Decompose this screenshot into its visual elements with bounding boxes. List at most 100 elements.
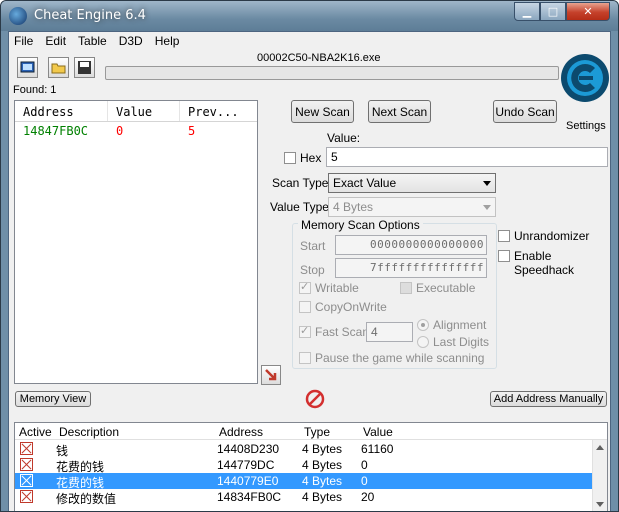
fast-scan-label: Fast Scan [315,325,370,339]
scroll-down-icon[interactable] [596,502,604,507]
select-process-icon[interactable] [17,57,38,78]
start-label: Start [300,239,326,253]
new-scan-button[interactable]: New Scan [291,100,354,123]
pause-game-label: Pause the game while scanning [315,351,485,365]
chevron-down-icon [483,181,491,186]
executable-checkbox[interactable] [400,282,412,294]
row-address: 144779DC [217,458,275,472]
found-results-list[interactable]: Address Value Prev... 14847FB0C 0 5 [14,100,258,384]
menu-table[interactable]: Table [73,32,114,51]
found-row-previous: 5 [188,124,196,138]
row-value: 0 [361,458,368,472]
address-table-header: Active Description Address Type Value [15,423,607,440]
column-description[interactable]: Description [59,425,119,439]
copy-on-write-label: CopyOnWrite [315,300,387,314]
column-address[interactable]: Address [219,425,263,439]
value-type-select[interactable]: 4 Bytes [328,197,496,217]
client-area: File Edit Table D3D Help 00002C50-NBA2K1… [8,31,611,511]
window-controls: ▁ □ ✕ [514,2,610,21]
start-address-input[interactable]: 0000000000000000 [335,235,487,255]
column-value[interactable]: Value [108,101,180,121]
memory-view-button[interactable]: Memory View [15,391,91,407]
executable-label: Executable [416,281,476,295]
next-scan-button[interactable]: Next Scan [368,100,431,123]
active-checkbox[interactable] [20,490,33,503]
row-value: 61160 [361,442,394,456]
address-row-selected[interactable]: 花费的钱 1440779E0 4 Bytes 0 [15,473,593,490]
address-table-scrollbar[interactable] [592,440,607,511]
splitter-handle[interactable] [9,413,610,419]
found-row[interactable]: 14847FB0C 0 5 [15,122,257,140]
alignment-label: Alignment [433,318,487,332]
fast-scan-checkbox[interactable] [299,324,311,338]
alignment-radio[interactable] [417,319,429,331]
scan-type-value: Exact Value [333,176,397,190]
writable-checkbox[interactable] [299,280,311,294]
close-button[interactable]: ✕ [566,2,610,21]
chevron-down-icon [483,205,491,210]
title-bar[interactable]: Cheat Engine 6.4 ▁ □ ✕ [1,1,618,31]
value-type-label: Value Type [270,200,329,214]
menu-d3d[interactable]: D3D [114,32,150,51]
scan-type-label: Scan Type [272,176,329,190]
scan-type-select[interactable]: Exact Value [328,173,496,193]
value-type-value: 4 Bytes [333,200,374,214]
last-digits-label: Last Digits [433,335,490,349]
menu-file[interactable]: File [9,32,40,51]
hex-checkbox[interactable] [284,152,296,164]
stop-scan-icon[interactable] [305,389,325,409]
cheat-engine-logo-icon[interactable] [559,52,611,104]
menu-edit[interactable]: Edit [40,32,73,51]
active-checkbox[interactable] [20,458,33,471]
scroll-up-icon[interactable] [596,445,604,450]
last-digits-radio[interactable] [417,336,429,348]
stop-label: Stop [300,263,325,277]
hex-label: Hex [300,151,322,165]
menu-help[interactable]: Help [150,32,187,51]
active-checkbox[interactable] [20,474,33,487]
stop-address-input[interactable]: 7fffffffffffffff [335,258,487,278]
row-address: 14834FB0C [217,490,282,504]
row-value: 0 [361,474,368,488]
row-value: 20 [361,490,375,504]
open-file-icon[interactable] [48,57,69,78]
address-table[interactable]: Active Description Address Type Value 钱 … [14,422,608,511]
row-address: 1440779E0 [217,474,279,488]
column-previous[interactable]: Prev... [180,101,257,121]
row-type: 4 Bytes [302,474,343,488]
minimize-button[interactable]: ▁ [514,2,540,21]
pause-game-checkbox[interactable] [299,352,311,364]
found-count: Found: 1 [13,84,57,96]
unrandomizer-checkbox[interactable] [498,230,510,242]
maximize-button[interactable]: □ [540,2,566,21]
undo-scan-button[interactable]: Undo Scan [493,100,557,123]
copy-on-write-checkbox[interactable] [299,301,311,313]
scan-value-input[interactable]: 5 [326,147,608,167]
fast-scan-input[interactable]: 4 [366,322,413,342]
column-active[interactable]: Active [19,425,52,439]
add-address-manually-button[interactable]: Add Address Manually [490,391,607,407]
row-type: 4 Bytes [302,458,343,472]
column-type[interactable]: Type [304,425,330,439]
value-label: Value: [327,131,361,145]
active-checkbox[interactable] [20,442,33,455]
save-file-icon[interactable] [74,57,95,78]
row-type: 4 Bytes [302,442,343,456]
address-row[interactable]: 钱 14408D230 4 Bytes 61160 [15,441,593,458]
settings-link[interactable]: Settings [566,120,606,132]
address-row[interactable]: 修改的数值 14834FB0C 4 Bytes 20 [15,489,593,506]
enable-speedhack-label: Enable Speedhack [514,249,575,277]
column-address[interactable]: Address [15,101,108,121]
main-window: Cheat Engine 6.4 ▁ □ ✕ File Edit Table D… [0,0,619,512]
found-list-header: Address Value Prev... [15,101,257,122]
cheat-engine-icon [9,7,27,25]
memory-scan-options-title: Memory Scan Options [298,218,423,232]
enable-speedhack-checkbox[interactable] [498,250,510,262]
address-row[interactable]: 花费的钱 144779DC 4 Bytes 0 [15,457,593,474]
scan-progress-bar [105,66,559,80]
add-to-list-arrow-icon[interactable] [261,365,281,385]
menu-bar: File Edit Table D3D Help [9,32,610,51]
found-row-address: 14847FB0C [23,124,89,138]
row-address: 14408D230 [217,442,280,456]
column-value[interactable]: Value [363,425,393,439]
